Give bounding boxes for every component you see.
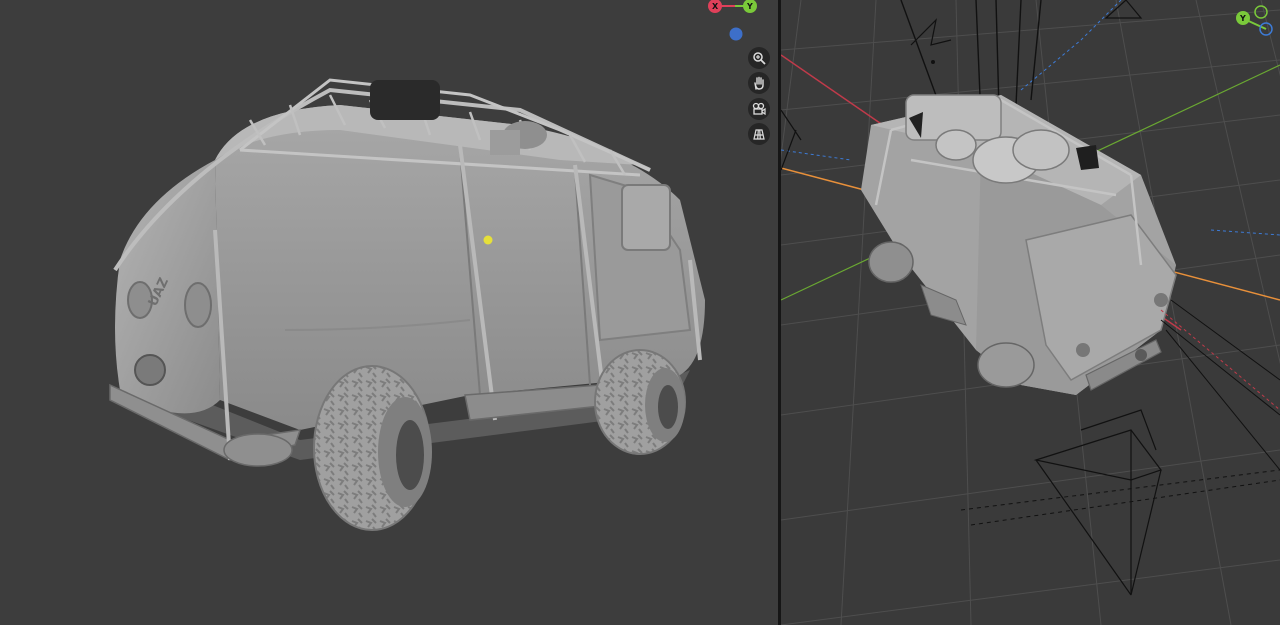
pan-button[interactable] (748, 72, 770, 94)
hand-pan-icon (754, 76, 764, 90)
viewport-right-canvas[interactable] (781, 0, 1280, 625)
x-axis-label: X (712, 2, 719, 11)
uaz-van-model-topview[interactable] (861, 94, 1177, 395)
zoom-icon (753, 52, 766, 65)
navigation-gizmo[interactable]: X Y (700, 0, 778, 48)
camera-object[interactable] (1033, 409, 1162, 596)
front-wheel (313, 365, 432, 531)
viewport-left-canvas[interactable]: UAZ (0, 0, 778, 625)
grid-icon (753, 129, 765, 140)
navigation-gizmo-right[interactable]: Y (1236, 5, 1280, 39)
viewport-right[interactable]: Y (781, 0, 1280, 625)
z-axis-handle[interactable] (729, 27, 743, 41)
zoom-button[interactable] (748, 47, 770, 69)
camera-icon (752, 102, 766, 116)
viewport-left[interactable]: UAZ X Y (0, 0, 778, 625)
camera-view-button[interactable] (748, 98, 770, 120)
y-axis-label-right: Y (1239, 14, 1246, 23)
ortho-toggle-button[interactable] (748, 123, 770, 145)
blender-window: UAZ X Y Y (0, 0, 1280, 625)
rear-wheel (594, 349, 686, 455)
y-axis-label: Y (746, 2, 753, 11)
